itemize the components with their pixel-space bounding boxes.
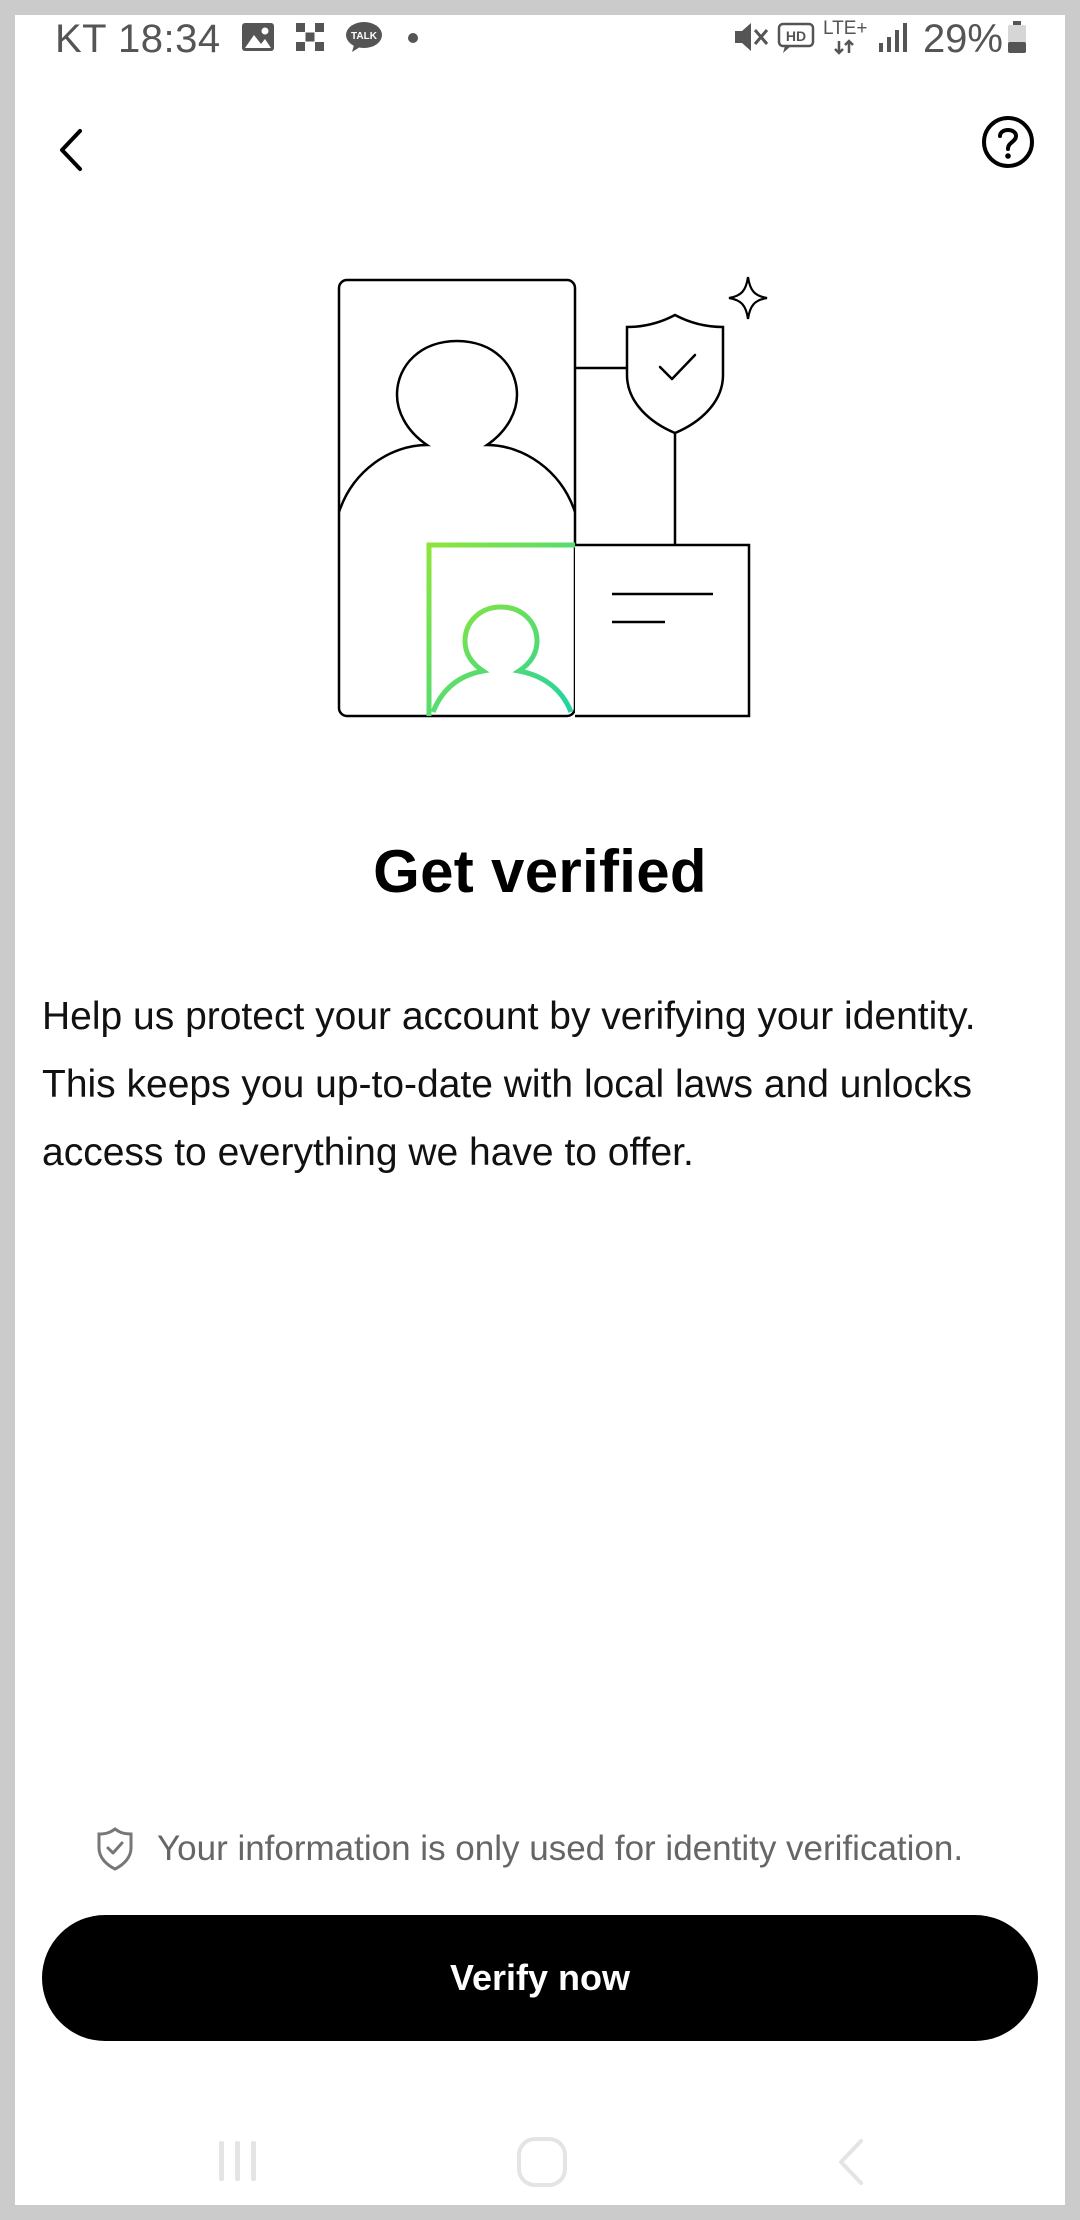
identity-verification-illustration [337, 276, 768, 718]
sparkle-graphic [728, 276, 768, 320]
status-left: KT 18:34 TALK [55, 17, 419, 62]
grid-app-icon [295, 22, 325, 57]
signal-icon [877, 21, 909, 58]
battery-percent: 29% [922, 17, 1003, 61]
battery-icon [1007, 20, 1027, 59]
hd-icon: HD [777, 20, 815, 59]
lte-label: LTE+ [823, 18, 868, 39]
status-right: HD LTE+ 29% [733, 17, 1027, 62]
chevron-left-icon [60, 129, 82, 171]
description-text: Help us protect your account by verifyin… [42, 995, 976, 1174]
help-button[interactable] [978, 112, 1038, 172]
home-icon[interactable] [515, 2135, 571, 2189]
screen: KT 18:34 TALK HD LTE+ 29% Get verified H… [15, 15, 1065, 2205]
privacy-text: Your information is only used for identi… [157, 1829, 964, 1868]
dot-icon [407, 31, 419, 49]
system-back-icon[interactable] [827, 2135, 877, 2189]
shield-check-graphic [625, 313, 725, 435]
hd-label: HD [786, 28, 806, 44]
phone-outline [337, 278, 577, 718]
gallery-icon [241, 22, 275, 57]
recents-icon[interactable] [213, 2135, 263, 2185]
shield-check-icon [97, 1827, 133, 1871]
privacy-notice: Your information is only used for identi… [95, 1825, 1035, 1873]
page-title: Get verified [373, 838, 707, 905]
mute-icon [733, 20, 769, 59]
back-button[interactable] [43, 115, 103, 185]
system-navigation-bar [15, 2125, 1065, 2205]
talk-badge-text: TALK [351, 31, 378, 42]
kakaotalk-icon: TALK [345, 21, 383, 58]
id-card-outline [575, 543, 751, 718]
verify-now-button[interactable]: Verify now [42, 1915, 1038, 2041]
question-circle-icon [982, 116, 1034, 168]
status-bar: KT 18:34 TALK HD LTE+ 29% [15, 15, 1065, 77]
lte-icon: LTE+ [823, 17, 869, 62]
carrier-time: KT 18:34 [55, 17, 221, 61]
